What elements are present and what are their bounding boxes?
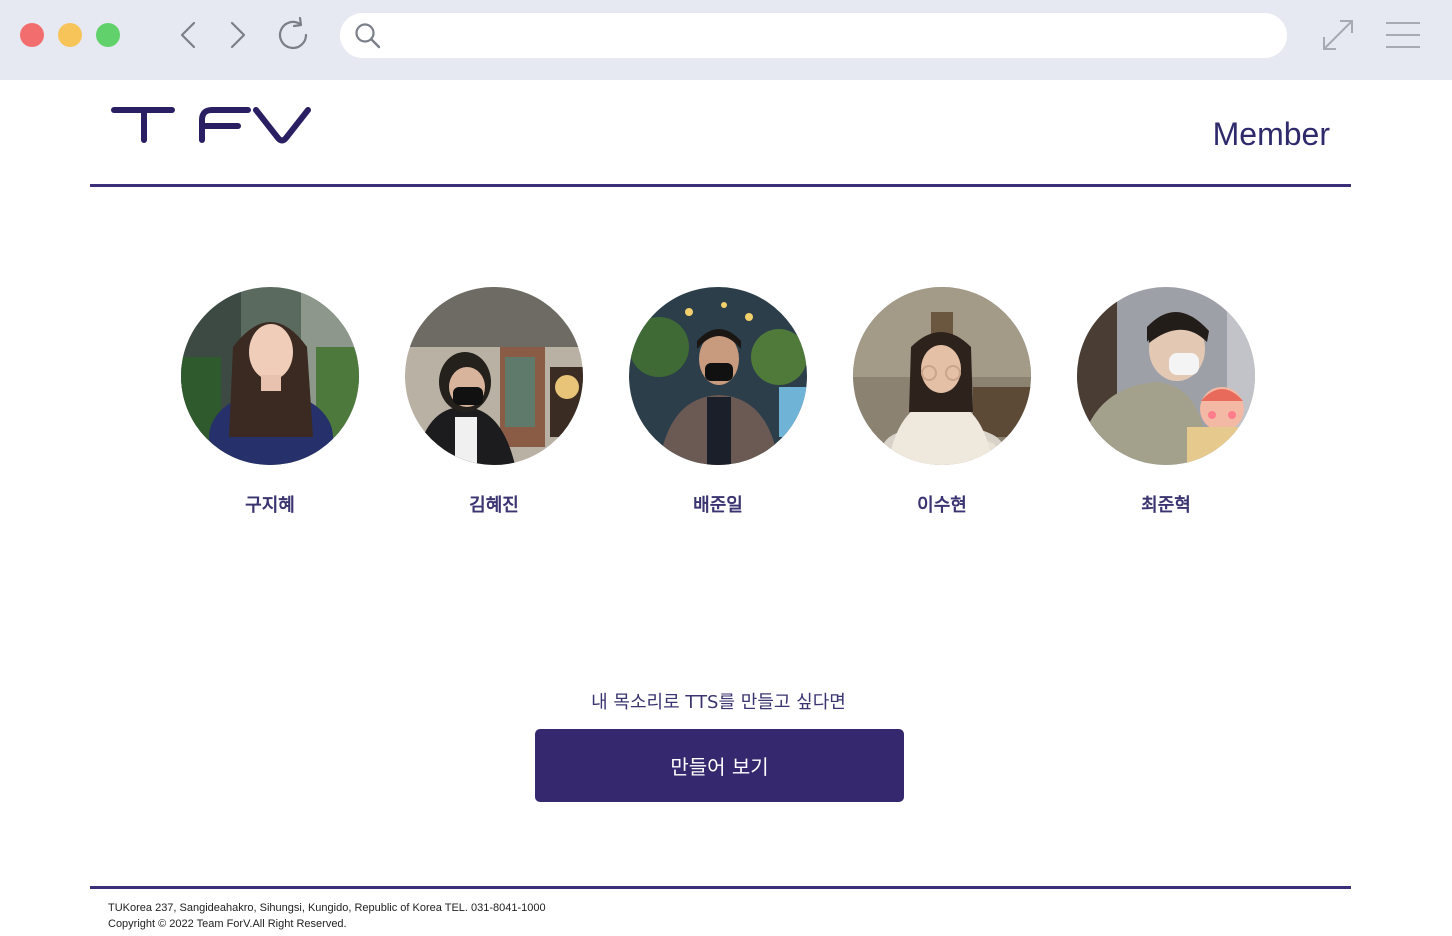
address-input[interactable] (392, 19, 1262, 52)
nav-member-link[interactable]: Member (1200, 116, 1330, 153)
member-card: 구지혜 (180, 287, 360, 527)
address-bar[interactable] (340, 13, 1287, 58)
reload-icon[interactable] (273, 15, 313, 55)
footer-address: TUKorea 237, Sangideahakro, Sihungsi, Ku… (108, 902, 546, 914)
minimize-window-button[interactable] (58, 23, 82, 47)
search-icon (352, 20, 384, 52)
member-name: 최준혁 (1141, 495, 1191, 516)
header-divider (90, 184, 1351, 187)
member-name: 김혜진 (469, 495, 519, 516)
expand-icon[interactable] (1318, 15, 1358, 55)
footer-divider (90, 886, 1351, 889)
back-icon[interactable] (168, 15, 208, 55)
member-name: 이수현 (917, 495, 967, 516)
cta-prompt: 내 목소리로 TTS를 만들고 싶다면 (591, 692, 846, 713)
page-content: Member 구지혜 김혜진 배준일 이수현 최준혁 내 목소리로 TTS를 만… (0, 80, 1452, 936)
member-list: 구지혜 김혜진 배준일 이수현 최준혁 (0, 287, 1452, 527)
browser-toolbar (0, 0, 1452, 80)
member-name: 배준일 (693, 495, 743, 516)
member-photo (1077, 287, 1255, 465)
member-photo (405, 287, 583, 465)
maximize-window-button[interactable] (96, 23, 120, 47)
member-photo (629, 287, 807, 465)
menu-icon[interactable] (1383, 15, 1423, 55)
member-name: 구지혜 (245, 495, 295, 516)
member-card: 이수현 (852, 287, 1032, 527)
member-card: 배준일 (628, 287, 808, 527)
member-photo (181, 287, 359, 465)
footer-copyright: Copyright © 2022 Team ForV.All Right Res… (108, 918, 347, 930)
forward-icon[interactable] (218, 15, 258, 55)
site-logo[interactable] (110, 104, 312, 148)
create-tts-button[interactable]: 만들어 보기 (535, 729, 904, 802)
member-card: 김혜진 (404, 287, 584, 527)
member-photo (853, 287, 1031, 465)
close-window-button[interactable] (20, 23, 44, 47)
footer: TUKorea 237, Sangideahakro, Sihungsi, Ku… (108, 900, 1008, 932)
member-card: 최준혁 (1076, 287, 1256, 527)
